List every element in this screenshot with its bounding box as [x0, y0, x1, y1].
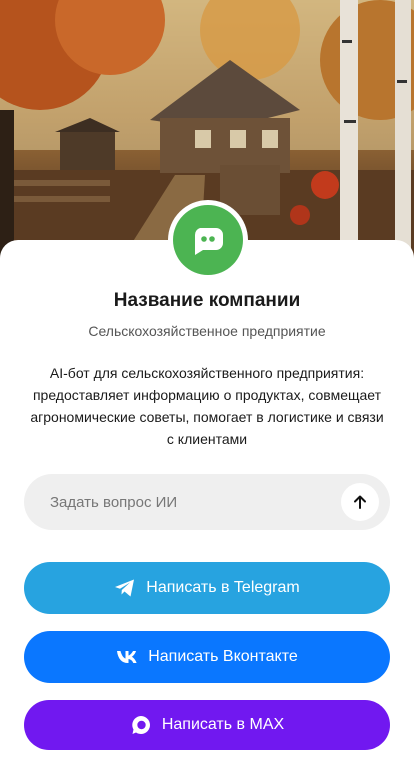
company-avatar [168, 200, 248, 280]
telegram-button-label: Написать в Telegram [146, 579, 300, 596]
vk-button-label: Написать Вконтакте [148, 648, 298, 665]
max-button-label: Написать в MAX [161, 716, 285, 733]
ask-ai-bar [24, 474, 390, 530]
max-button[interactable]: Написать в MAX [24, 700, 390, 750]
vk-button[interactable]: Написать Вконтакте [24, 631, 390, 683]
avatar-badge [173, 205, 243, 275]
vk-icon [116, 650, 138, 664]
send-button[interactable] [341, 483, 379, 521]
arrow-up-icon [352, 494, 368, 510]
company-description: AI-бот для сельскохозяйственного предпри… [30, 365, 384, 447]
telegram-button[interactable]: Написать в Telegram [24, 562, 390, 614]
ask-ai-input[interactable] [48, 492, 341, 512]
company-name: Название компании [113, 290, 301, 311]
chat-bot-icon [191, 224, 225, 256]
telegram-icon [114, 578, 136, 598]
company-subtitle: Сельскохозяйственное предприятие [88, 323, 326, 339]
max-icon [130, 714, 152, 736]
